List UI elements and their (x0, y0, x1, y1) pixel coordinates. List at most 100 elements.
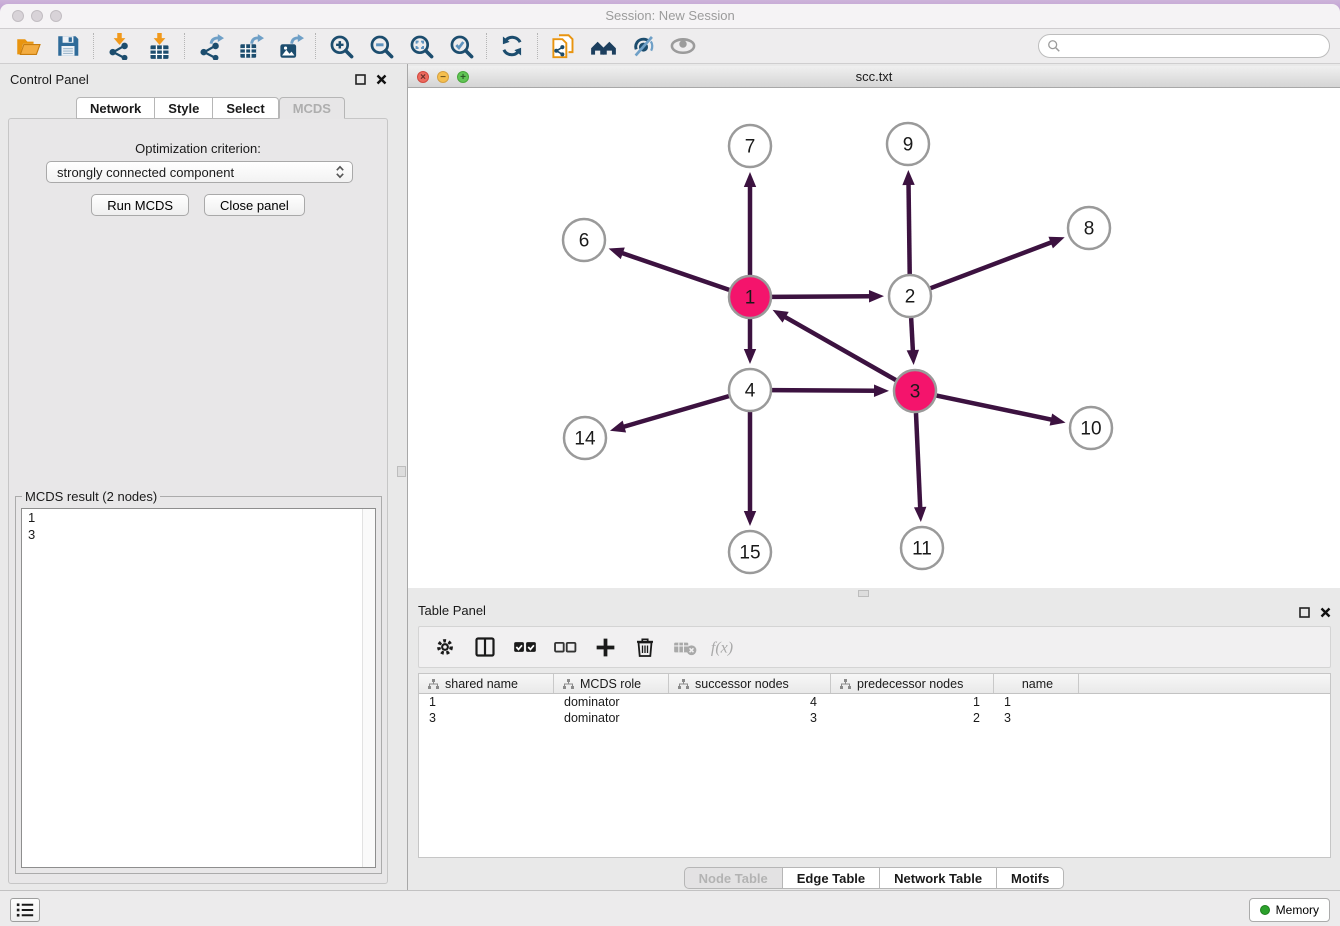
table-cell[interactable]: 3 (419, 711, 554, 725)
zoom-in-button[interactable] (321, 31, 361, 61)
column-header-name[interactable]: name (994, 674, 1079, 693)
table-cell[interactable]: dominator (554, 695, 669, 709)
zoom-in-icon (328, 33, 355, 60)
table-cell[interactable]: dominator (554, 711, 669, 725)
table-cell[interactable]: 3 (994, 711, 1079, 725)
splitter-handle[interactable] (397, 466, 406, 477)
select-all-icon (512, 634, 538, 660)
table-cell[interactable]: 1 (419, 695, 554, 709)
application-window: Session: New Session (0, 0, 1340, 926)
node-table[interactable]: shared nameMCDS rolesuccessor nodesprede… (418, 673, 1331, 858)
function-builder-button[interactable]: f(x) (709, 631, 741, 663)
list-icon (15, 901, 35, 919)
splitter-handle[interactable] (858, 590, 869, 597)
graph-edge-3-10[interactable] (937, 396, 1053, 420)
vertical-splitter[interactable] (396, 64, 408, 890)
table-cell[interactable]: 4 (669, 695, 831, 709)
close-panel-button[interactable] (374, 72, 388, 86)
edge-arrowhead (907, 350, 919, 365)
graph-edge-2-8[interactable] (931, 242, 1053, 288)
search-input[interactable] (1061, 36, 1329, 56)
clone-network-button[interactable] (543, 31, 583, 61)
graph-edge-4-3[interactable] (772, 390, 876, 391)
zoom-fit-button[interactable] (401, 31, 441, 61)
import-table-button[interactable] (139, 31, 179, 61)
float-icon (1298, 606, 1311, 619)
select-all-button[interactable] (509, 631, 541, 663)
search-field[interactable] (1038, 34, 1330, 58)
table-tab-network-table[interactable]: Network Table (880, 867, 997, 889)
table-cell[interactable]: 3 (669, 711, 831, 725)
result-line: 3 (22, 526, 375, 543)
add-column-button[interactable] (589, 631, 621, 663)
float-icon (354, 73, 367, 86)
column-header-predecessor-nodes[interactable]: predecessor nodes (831, 674, 994, 693)
mcds-result-title: MCDS result (2 nodes) (22, 489, 160, 504)
memory-button[interactable]: Memory (1249, 898, 1330, 922)
table-cell[interactable]: 1 (831, 695, 994, 709)
mcds-result-list[interactable]: 13 (21, 508, 376, 868)
open-session-button[interactable] (8, 31, 48, 61)
edge-arrowhead (914, 507, 926, 522)
control-tab-select[interactable]: Select (213, 97, 278, 119)
close-table-panel-button[interactable] (1318, 605, 1332, 619)
graph-edge-1-2[interactable] (772, 296, 871, 297)
graph-edge-3-11[interactable] (916, 413, 920, 509)
network-window-titlebar: × − + scc.txt (408, 66, 1340, 88)
column-namespace-icon (428, 679, 439, 689)
graph-edge-2-9[interactable] (909, 183, 910, 274)
control-tab-network[interactable]: Network (76, 97, 155, 119)
column-header-successor-nodes[interactable]: successor nodes (669, 674, 831, 693)
table-tab-motifs[interactable]: Motifs (997, 867, 1064, 889)
run-mcds-button[interactable]: Run MCDS (91, 194, 189, 216)
network-graph[interactable]: 1234678910111415 (408, 88, 1340, 588)
float-panel-button[interactable] (353, 72, 367, 86)
control-tab-style[interactable]: Style (155, 97, 213, 119)
save-session-button[interactable] (48, 31, 88, 61)
horizontal-splitter[interactable] (408, 588, 1340, 599)
close-icon (375, 73, 388, 86)
delete-table-button[interactable] (669, 631, 701, 663)
unselect-all-button[interactable] (549, 631, 581, 663)
table-row[interactable]: 1dominator411 (419, 694, 1330, 710)
table-tab-node-table[interactable]: Node Table (684, 867, 783, 889)
node-label-8: 8 (1084, 219, 1095, 240)
delete-column-button[interactable] (629, 631, 661, 663)
column-namespace-icon (563, 679, 574, 689)
export-network-icon (197, 33, 224, 60)
result-scrollbar[interactable] (362, 509, 375, 867)
clone-network-icon (550, 33, 577, 60)
column-header-shared-name[interactable]: shared name (419, 674, 554, 693)
refresh-icon (499, 33, 525, 59)
task-history-button[interactable] (10, 898, 40, 922)
refresh-layout-button[interactable] (492, 31, 532, 61)
first-neighbors-button[interactable] (583, 31, 623, 61)
graph-edge-4-14[interactable] (622, 396, 728, 427)
export-network-button[interactable] (190, 31, 230, 61)
table-tab-edge-table[interactable]: Edge Table (783, 867, 880, 889)
node-label-2: 2 (905, 287, 916, 308)
optimization-criterion-select[interactable]: strongly connected component (46, 161, 353, 183)
graph-edge-1-6[interactable] (621, 253, 729, 290)
zoom-out-button[interactable] (361, 31, 401, 61)
export-table-button[interactable] (230, 31, 270, 61)
hide-graphics-details-button[interactable] (623, 31, 663, 61)
column-header-MCDS-role[interactable]: MCDS role (554, 674, 669, 693)
graph-edge-3-1[interactable] (784, 316, 896, 380)
table-row[interactable]: 3dominator323 (419, 710, 1330, 726)
zoom-selected-button[interactable] (441, 31, 481, 61)
table-cell[interactable]: 2 (831, 711, 994, 725)
graph-edge-2-3[interactable] (911, 318, 913, 352)
float-table-panel-button[interactable] (1297, 605, 1311, 619)
import-network-button[interactable] (99, 31, 139, 61)
control-tab-mcds[interactable]: MCDS (279, 97, 345, 119)
table-cell[interactable]: 1 (994, 695, 1079, 709)
close-panel-button-bottom[interactable]: Close panel (204, 194, 305, 216)
network-canvas[interactable]: 1234678910111415 (408, 88, 1340, 588)
table-settings-button[interactable] (429, 631, 461, 663)
export-image-button[interactable] (270, 31, 310, 61)
save-icon (55, 33, 81, 59)
show-columns-button[interactable] (469, 631, 501, 663)
control-panel-header: Control Panel (0, 66, 396, 92)
birds-eye-view-button[interactable] (663, 31, 703, 61)
